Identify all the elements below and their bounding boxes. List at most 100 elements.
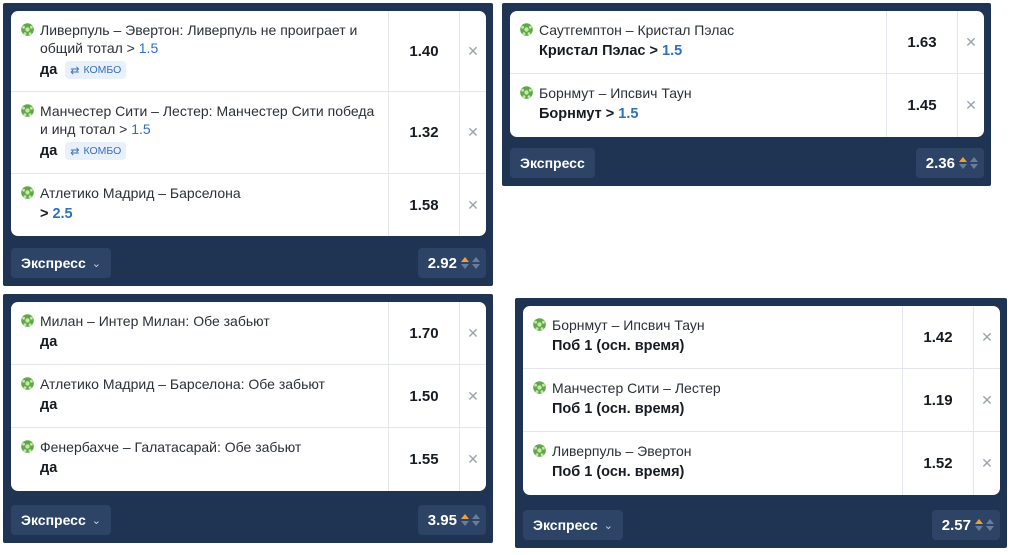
bet-title: Ливерпуль – Эвертон [552, 443, 692, 459]
coupon-footer: Экспресс ⌄ 2.57 [523, 509, 1000, 541]
bet-selection: да [40, 460, 58, 476]
bet-type-dropdown[interactable]: Экспресс ⌄ [11, 505, 111, 535]
bet-type-dropdown[interactable]: Экспресс ⌄ [523, 510, 623, 540]
bet-type-dropdown[interactable]: Экспресс ⌄ [11, 248, 111, 278]
odds-up-icon [461, 257, 469, 269]
bet-selection: да [40, 143, 58, 159]
bet-odds[interactable]: 1.58 [388, 174, 459, 236]
bet-odds[interactable]: 1.45 [886, 74, 957, 137]
football-icon [533, 318, 546, 331]
close-icon[interactable]: ✕ [459, 428, 486, 491]
bet-odds[interactable]: 1.42 [902, 306, 973, 368]
odds-down-icon [472, 257, 480, 269]
bet-row[interactable]: Атлетико Мадрид – Барселона >2.5 1.58 ✕ [11, 174, 486, 236]
bet-info: Ливерпуль – Эвертон: Ливерпуль не проигр… [11, 11, 388, 91]
chevron-down-icon: ⌄ [91, 257, 101, 270]
bet-row[interactable]: Фенербахче – Галатасарай: Обе забьют да … [11, 428, 486, 491]
bet-odds[interactable]: 1.52 [902, 432, 973, 495]
bet-list: Ливерпуль – Эвертон: Ливерпуль не проигр… [11, 11, 486, 236]
football-icon [21, 440, 34, 453]
bet-selection: Борнмут > [539, 106, 615, 122]
bet-selection: да [40, 334, 58, 350]
bet-title: Атлетико Мадрид – Барселона: Обе забьют [40, 376, 325, 392]
combo-badge: ⇄ КОМБО [65, 142, 127, 160]
bet-odds[interactable]: 1.19 [902, 369, 973, 431]
bet-odds[interactable]: 1.50 [388, 365, 459, 427]
coupon-footer: Экспресс ⌄ 2.92 [11, 247, 486, 279]
bet-odds[interactable]: 1.40 [388, 11, 459, 91]
bet-info: Милан – Интер Милан: Обе забьют да [11, 302, 388, 364]
bet-odds[interactable]: 1.55 [388, 428, 459, 491]
bet-selection: > [40, 206, 49, 222]
close-icon[interactable]: ✕ [957, 74, 984, 137]
close-icon[interactable]: ✕ [459, 11, 486, 91]
odds-down-icon [986, 519, 994, 531]
bet-title: Милан – Интер Милан: Обе забьют [40, 313, 270, 329]
bet-list: Борнмут – Ипсвич Таун Поб 1 (осн. время)… [523, 306, 1000, 495]
total-value: 2.5 [52, 206, 73, 222]
coupon-2: Саутгемптон – Кристал Пэлас Кристал Пэла… [502, 3, 991, 186]
close-icon[interactable]: ✕ [459, 174, 486, 236]
bet-row[interactable]: Ливерпуль – Эвертон: Ливерпуль не проигр… [11, 11, 486, 92]
close-icon[interactable]: ✕ [459, 92, 486, 173]
close-icon[interactable]: ✕ [973, 369, 1000, 431]
bet-selection: Поб 1 (осн. время) [552, 338, 685, 354]
bet-row[interactable]: Манчестер Сити – Лестер: Манчестер Сити … [11, 92, 486, 174]
total-odds: 3.95 [417, 505, 486, 535]
bet-row[interactable]: Ливерпуль – Эвертон Поб 1 (осн. время) 1… [523, 432, 1000, 495]
close-icon[interactable]: ✕ [459, 365, 486, 427]
bet-odds[interactable]: 1.70 [388, 302, 459, 364]
bet-row[interactable]: Борнмут – Ипсвич Таун Поб 1 (осн. время)… [523, 306, 1000, 369]
close-icon[interactable]: ✕ [957, 11, 984, 73]
bet-title: Борнмут – Ипсвич Таун [539, 85, 692, 101]
football-icon [21, 314, 34, 327]
bet-title: Фенербахче – Галатасарай: Обе забьют [40, 439, 302, 455]
bet-odds[interactable]: 1.32 [388, 92, 459, 173]
bet-selection: да [40, 62, 58, 78]
total-value: 1.5 [662, 43, 683, 59]
bet-selection: Поб 1 (осн. время) [552, 401, 685, 417]
football-icon [533, 444, 546, 457]
bet-title: Манчестер Сити – Лестер: Манчестер Сити … [40, 103, 375, 137]
close-icon[interactable]: ✕ [973, 432, 1000, 495]
football-icon [21, 186, 34, 199]
close-icon[interactable]: ✕ [459, 302, 486, 364]
bet-title: Ливерпуль – Эвертон: Ливерпуль не проигр… [40, 22, 358, 56]
bet-row[interactable]: Манчестер Сити – Лестер Поб 1 (осн. врем… [523, 369, 1000, 432]
odds-up-icon [975, 519, 983, 531]
bet-row[interactable]: Саутгемптон – Кристал Пэлас Кристал Пэла… [510, 11, 984, 74]
chevron-down-icon: ⌄ [603, 519, 613, 532]
bet-row[interactable]: Милан – Интер Милан: Обе забьют да 1.70 … [11, 302, 486, 365]
bet-info: Фенербахче – Галатасарай: Обе забьют да [11, 428, 388, 491]
bet-row[interactable]: Борнмут – Ипсвич Таун Борнмут >1.5 1.45 … [510, 74, 984, 137]
bet-selection: Кристал Пэлас > [539, 43, 658, 59]
coupon-4: Борнмут – Ипсвич Таун Поб 1 (осн. время)… [515, 298, 1007, 548]
bet-selection: да [40, 397, 58, 413]
bet-info: Борнмут – Ипсвич Таун Поб 1 (осн. время) [523, 306, 902, 368]
total-value: 1.5 [138, 40, 159, 56]
close-icon[interactable]: ✕ [973, 306, 1000, 368]
football-icon [21, 377, 34, 390]
bet-info: Ливерпуль – Эвертон Поб 1 (осн. время) [523, 432, 902, 495]
total-odds: 2.57 [931, 510, 1000, 540]
odds-up-icon [461, 514, 469, 526]
bet-title: Саутгемптон – Кристал Пэлас [539, 22, 735, 38]
bet-odds[interactable]: 1.63 [886, 11, 957, 73]
bet-row[interactable]: Атлетико Мадрид – Барселона: Обе забьют … [11, 365, 486, 428]
bet-info: Атлетико Мадрид – Барселона >2.5 [11, 174, 388, 236]
bet-list: Саутгемптон – Кристал Пэлас Кристал Пэла… [510, 11, 984, 137]
repeat-icon: ⇄ [70, 145, 80, 158]
bet-info: Борнмут – Ипсвич Таун Борнмут >1.5 [510, 74, 886, 137]
bet-type-button[interactable]: Экспресс [510, 148, 595, 178]
total-value: 1.5 [131, 121, 151, 137]
bet-list: Милан – Интер Милан: Обе забьют да 1.70 … [11, 302, 486, 491]
coupon-3: Милан – Интер Милан: Обе забьют да 1.70 … [3, 294, 493, 543]
bet-info: Манчестер Сити – Лестер Поб 1 (осн. врем… [523, 369, 902, 431]
football-icon [21, 23, 34, 36]
coupon-footer: Экспресс ⌄ 3.95 [11, 504, 486, 536]
chevron-down-icon: ⌄ [91, 514, 101, 527]
football-icon [21, 104, 34, 117]
bet-info: Саутгемптон – Кристал Пэлас Кристал Пэла… [510, 11, 886, 73]
combo-badge: ⇄ КОМБО [65, 61, 127, 79]
bet-title: Манчестер Сити – Лестер [552, 380, 721, 396]
